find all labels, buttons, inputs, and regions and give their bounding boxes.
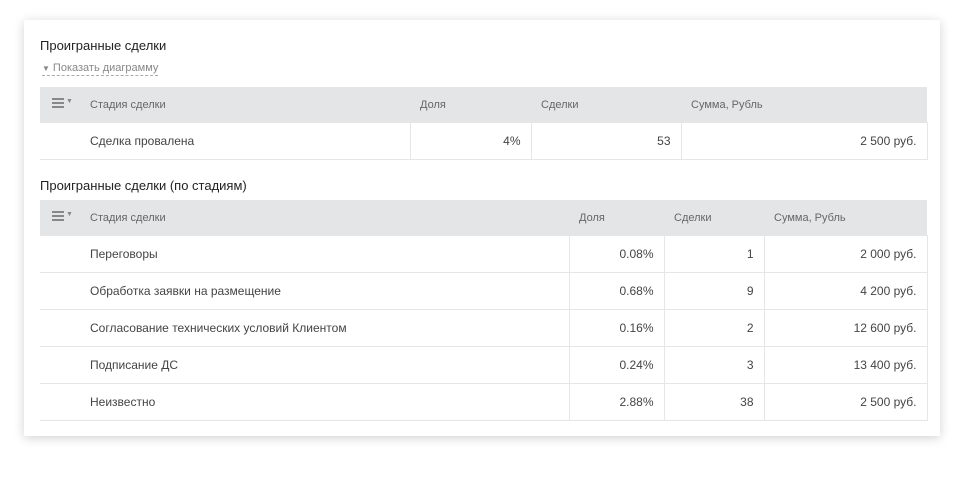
sum-link[interactable]: 2 000 руб. (763, 235, 928, 273)
share-cell: 0.08% (568, 235, 665, 273)
row-spacer (40, 309, 90, 347)
hamburger-menu-icon (52, 98, 64, 110)
table-row: Неизвестно 2.88% 38 2 500 руб. (40, 383, 928, 421)
show-chart-toggle[interactable]: ▼ Показать диаграмму (42, 62, 159, 76)
sum-link[interactable]: 4 200 руб. (763, 272, 928, 310)
chevron-down-icon: ▼ (42, 64, 50, 73)
table-header-row: ▼ Стадия сделки Доля Сделки Сумма, Рубль (40, 87, 927, 123)
column-header-sum[interactable]: Сумма, Рубль (681, 87, 927, 123)
column-header-share[interactable]: Доля (569, 200, 664, 236)
deals-cell: 38 (663, 383, 765, 421)
table-row: Обработка заявки на размещение 0.68% 9 4… (40, 272, 928, 310)
row-spacer (40, 383, 90, 421)
row-spacer (40, 122, 90, 160)
column-header-share[interactable]: Доля (410, 87, 531, 123)
deals-cell: 1 (663, 235, 765, 273)
sum-link[interactable]: 13 400 руб. (763, 346, 928, 384)
column-menu[interactable]: ▼ (40, 200, 90, 236)
stage-link[interactable]: Сделка провалена (90, 122, 411, 160)
column-header-stage[interactable]: Стадия сделки (90, 200, 569, 236)
row-spacer (40, 346, 90, 384)
share-cell: 2.88% (568, 383, 665, 421)
lost-deals-table: ▼ Стадия сделки Доля Сделки Сумма, Рубль… (40, 87, 928, 160)
stage-link[interactable]: Подписание ДС (90, 346, 570, 384)
share-cell: 0.16% (568, 309, 665, 347)
stage-link[interactable]: Согласование технических условий Клиенто… (90, 309, 570, 347)
sum-cell: 2 500 руб. (680, 122, 928, 160)
sum-cell: 2 500 руб. (763, 383, 928, 421)
deals-cell: 53 (530, 122, 682, 160)
column-header-deals[interactable]: Сделки (664, 200, 764, 236)
chevron-down-icon: ▼ (66, 211, 73, 218)
deals-cell: 2 (663, 309, 765, 347)
stage-text: Неизвестно (90, 383, 570, 421)
share-cell: 0.24% (568, 346, 665, 384)
row-spacer (40, 235, 90, 273)
table-header-row: ▼ Стадия сделки Доля Сделки Сумма, Рубль (40, 200, 927, 236)
lost-by-stage-table: ▼ Стадия сделки Доля Сделки Сумма, Рубль… (40, 200, 928, 421)
share-cell: 4% (409, 122, 532, 160)
show-chart-label: Показать диаграмму (52, 62, 159, 74)
row-spacer (40, 272, 90, 310)
deals-cell: 3 (663, 346, 765, 384)
stage-link[interactable]: Переговоры (90, 235, 570, 273)
sum-link[interactable]: 12 600 руб. (763, 309, 928, 347)
lost-by-stage-title: Проигранные сделки (по стадиям) (40, 178, 247, 193)
column-header-stage[interactable]: Стадия сделки (90, 87, 410, 123)
hamburger-menu-icon (52, 211, 64, 223)
deals-cell: 9 (663, 272, 765, 310)
share-cell: 0.68% (568, 272, 665, 310)
report-card: Проигранные сделки ▼ Показать диаграмму ▼… (24, 20, 940, 436)
stage-link[interactable]: Обработка заявки на размещение (90, 272, 570, 310)
table-row: Подписание ДС 0.24% 3 13 400 руб. (40, 346, 928, 384)
lost-deals-title: Проигранные сделки (40, 38, 167, 53)
table-row: Согласование технических условий Клиенто… (40, 309, 928, 347)
column-menu[interactable]: ▼ (40, 87, 90, 123)
column-header-sum[interactable]: Сумма, Рубль (764, 200, 927, 236)
chevron-down-icon: ▼ (66, 98, 73, 105)
column-header-deals[interactable]: Сделки (531, 87, 681, 123)
table-row: Переговоры 0.08% 1 2 000 руб. (40, 235, 928, 273)
table-row: Сделка провалена 4% 53 2 500 руб. (40, 122, 928, 160)
